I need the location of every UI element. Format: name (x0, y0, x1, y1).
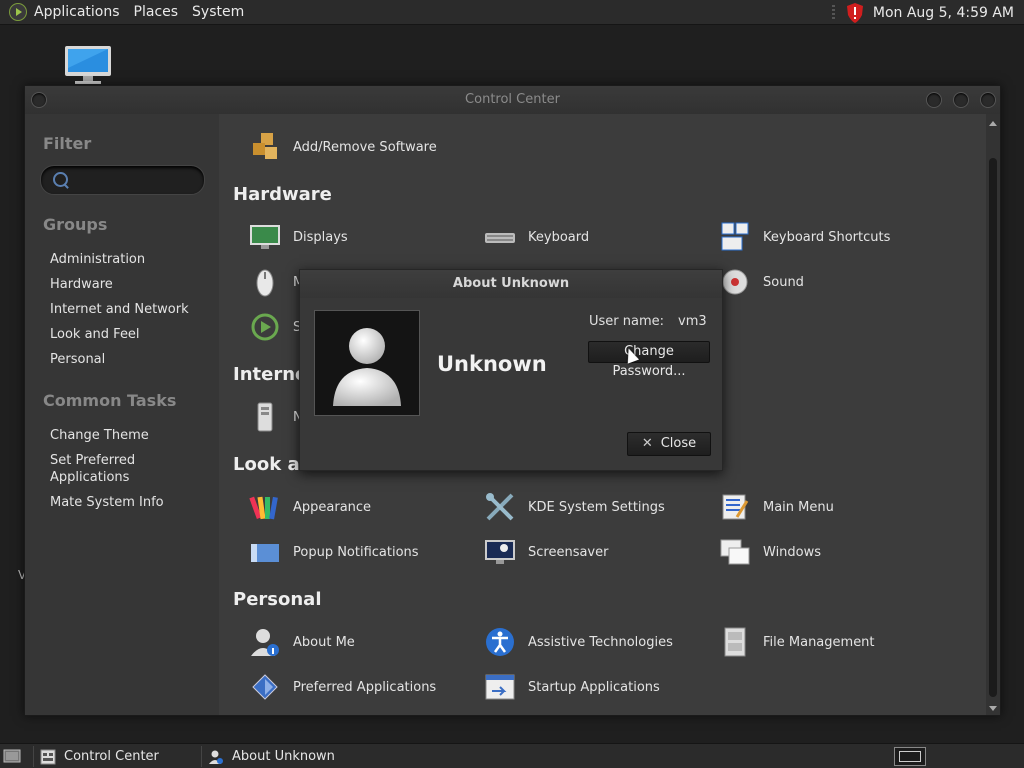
mouse-icon (256, 269, 274, 297)
dialog-title[interactable]: About Unknown (300, 270, 722, 298)
window-title: Control Center (465, 92, 560, 107)
section-hardware: Hardware (233, 184, 332, 205)
windows-icon (720, 539, 750, 565)
avatar[interactable] (314, 310, 420, 416)
network-icon (257, 402, 273, 432)
close-window-button[interactable] (980, 92, 996, 108)
file-cabinet-icon (724, 627, 746, 657)
appearance-icon (249, 496, 278, 520)
scroll-down-icon[interactable] (989, 706, 997, 711)
task-control-center[interactable]: Control Center (33, 746, 199, 767)
keyboard-icon (485, 233, 515, 243)
item-screensaver-hw[interactable]: S (249, 310, 301, 344)
item-windows[interactable]: Windows (719, 535, 821, 569)
item-about-me[interactable]: About Me (249, 625, 355, 659)
about-me-icon (251, 629, 279, 656)
main-menu-icon (722, 494, 749, 520)
username-label: User name: (589, 314, 665, 329)
item-network[interactable]: N (249, 400, 303, 434)
item-displays[interactable]: Displays (249, 220, 348, 254)
notification-icon (251, 544, 279, 562)
window-titlebar[interactable]: Control Center (25, 86, 1000, 114)
show-desktop-icon[interactable] (3, 748, 21, 764)
section-personal: Personal (233, 589, 322, 610)
task-change-theme[interactable]: Change Theme (50, 427, 149, 444)
sidebar-item-internet[interactable]: Internet and Network (50, 301, 189, 318)
sound-icon (722, 269, 748, 295)
content-scrollbar[interactable] (986, 114, 1000, 715)
keyboard-shortcuts-icon (721, 222, 749, 251)
workspace-switcher[interactable] (894, 747, 926, 766)
groups-heading: Groups (43, 215, 108, 234)
scroll-up-icon[interactable] (989, 121, 997, 126)
sidebar: Filter Groups Administration Hardware In… (25, 114, 219, 715)
shield-icon[interactable] (846, 2, 863, 23)
minimize-button[interactable] (926, 92, 942, 108)
item-keyboard-shortcuts[interactable]: Keyboard Shortcuts (719, 220, 890, 254)
panel-grip-icon[interactable] (831, 4, 835, 21)
item-main-menu[interactable]: Main Menu (719, 490, 834, 524)
task-set-preferred-apps[interactable]: Set Preferred Applications (50, 452, 170, 486)
accessibility-icon (486, 628, 514, 656)
item-kde-system-settings[interactable]: KDE System Settings (484, 490, 665, 524)
about-dialog: About Unknown Unknown User name: vm3 Cha… (299, 269, 723, 471)
sidebar-item-personal[interactable]: Personal (50, 351, 105, 368)
package-icon (253, 133, 277, 159)
clock[interactable]: Mon Aug 5, 4:59 AM (873, 5, 1024, 21)
filter-search-input[interactable] (40, 165, 205, 195)
tools-icon (486, 493, 514, 521)
search-icon (53, 172, 68, 187)
power-icon (251, 313, 279, 341)
preferred-apps-icon (252, 674, 278, 700)
item-sound[interactable]: Sound (719, 265, 804, 299)
close-button[interactable]: ✕ Close (627, 432, 711, 456)
change-password-button[interactable]: Change Password... (588, 341, 710, 379)
item-assistive-technologies[interactable]: Assistive Technologies (484, 625, 673, 659)
task-mate-system-info[interactable]: Mate System Info (50, 494, 164, 511)
startup-apps-icon (485, 674, 515, 700)
panel-tray: Mon Aug 5, 4:59 AM (831, 0, 1024, 25)
display-icon (250, 225, 280, 249)
item-keyboard[interactable]: Keyboard (484, 220, 589, 254)
item-add-remove-software[interactable]: Add/Remove Software (249, 130, 437, 164)
item-preferred-applications[interactable]: Preferred Applications (249, 670, 436, 704)
about-user-icon (209, 750, 223, 764)
item-screensaver[interactable]: Screensaver (484, 535, 608, 569)
screensaver-icon (485, 540, 515, 564)
system-menu[interactable]: System (185, 0, 251, 25)
item-file-management[interactable]: File Management (719, 625, 875, 659)
item-mouse[interactable]: M (249, 265, 304, 299)
user-display-name: Unknown (437, 352, 547, 376)
top-panel: Applications Places System Mon Aug 5, 4:… (0, 0, 1024, 25)
maximize-button[interactable] (953, 92, 969, 108)
bottom-panel: Control Center About Unknown (0, 743, 1024, 768)
sidebar-item-hardware[interactable]: Hardware (50, 276, 113, 293)
item-popup-notifications[interactable]: Popup Notifications (249, 535, 419, 569)
filter-heading: Filter (43, 134, 92, 153)
computer-desktop-icon[interactable] (63, 46, 113, 84)
sidebar-item-look-and-feel[interactable]: Look and Feel (50, 326, 140, 343)
applications-menu[interactable]: Applications (27, 0, 127, 25)
username-value: vm3 (678, 314, 707, 329)
item-startup-applications[interactable]: Startup Applications (484, 670, 660, 704)
sidebar-item-administration[interactable]: Administration (50, 251, 145, 268)
item-appearance[interactable]: Appearance (249, 490, 371, 524)
scroll-thumb[interactable] (989, 158, 997, 697)
places-menu[interactable]: Places (127, 0, 186, 25)
common-tasks-heading: Common Tasks (43, 391, 177, 410)
close-icon: ✕ (641, 436, 653, 451)
control-center-icon (40, 749, 56, 764)
user-avatar-icon (333, 328, 401, 406)
task-about-unknown[interactable]: About Unknown (201, 746, 367, 767)
mate-logo-icon[interactable] (9, 3, 27, 21)
